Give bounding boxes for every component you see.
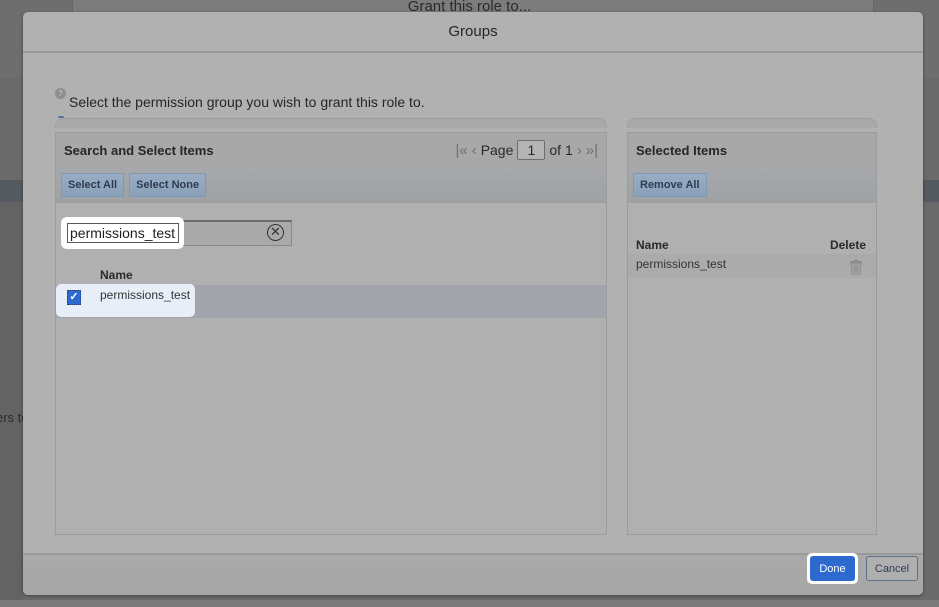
- selected-items-header: Selected Items: [628, 133, 876, 167]
- page-label: Page: [480, 142, 514, 158]
- selected-items-panel: Selected Items Remove All Name Delete pe…: [627, 132, 877, 535]
- clear-icon[interactable]: ✕: [267, 224, 284, 241]
- help-row: ? Select the permission group you wish t…: [55, 88, 425, 110]
- trash-icon[interactable]: [849, 259, 863, 275]
- search-select-panel: Search and Select Items |« ‹ Page 1 of 1…: [55, 132, 607, 535]
- modal-footer: Done Cancel: [23, 553, 923, 595]
- first-page-icon[interactable]: |«: [455, 142, 467, 159]
- prev-page-icon[interactable]: ‹: [472, 142, 477, 159]
- list-item[interactable]: ✓ permissions_test: [56, 284, 606, 318]
- select-none-button[interactable]: Select None: [129, 173, 207, 197]
- background-bottom: [0, 600, 939, 607]
- next-page-icon[interactable]: ›: [577, 142, 582, 159]
- done-button-focus: Done: [807, 553, 858, 584]
- select-all-button[interactable]: Select All: [61, 173, 125, 197]
- search-select-toolbar: Select All Select None: [56, 167, 606, 203]
- selected-items-title: Selected Items: [636, 142, 728, 158]
- name-column-header: Name: [636, 238, 669, 252]
- cancel-button[interactable]: Cancel: [866, 556, 918, 581]
- row-checkbox[interactable]: ✓: [67, 290, 81, 305]
- search-field: ✕: [61, 217, 292, 249]
- last-page-icon[interactable]: »|: [586, 142, 598, 159]
- help-icon[interactable]: ?: [55, 88, 66, 99]
- search-select-title: Search and Select Items: [64, 142, 214, 158]
- background-left-panel: [0, 202, 23, 602]
- left-panel-tab: [55, 118, 607, 128]
- remove-all-button[interactable]: Remove All: [633, 173, 707, 197]
- row-label: permissions_test: [100, 288, 191, 302]
- selected-items-toolbar: Remove All: [628, 167, 876, 203]
- pager: |« ‹ Page 1 of 1 › »|: [455, 133, 598, 167]
- groups-modal: Groups ? Select the permission group you…: [23, 12, 923, 595]
- right-panel-tab: [627, 118, 877, 128]
- search-select-header: Search and Select Items |« ‹ Page 1 of 1…: [56, 133, 606, 167]
- modal-title: Groups: [448, 23, 498, 40]
- selected-items-columns: Name Delete: [636, 238, 866, 252]
- selected-item: permissions_test: [628, 254, 876, 278]
- delete-column-header: Delete: [829, 238, 866, 252]
- selected-item-label: permissions_test: [636, 257, 727, 271]
- page-of-label: of 1: [549, 142, 573, 158]
- page-number-input[interactable]: 1: [517, 140, 546, 160]
- modal-header: Groups: [23, 12, 923, 53]
- search-input[interactable]: [67, 223, 179, 243]
- done-button[interactable]: Done: [810, 556, 855, 581]
- help-text: Select the permission group you wish to …: [69, 94, 425, 110]
- name-column-header: Name: [100, 268, 133, 282]
